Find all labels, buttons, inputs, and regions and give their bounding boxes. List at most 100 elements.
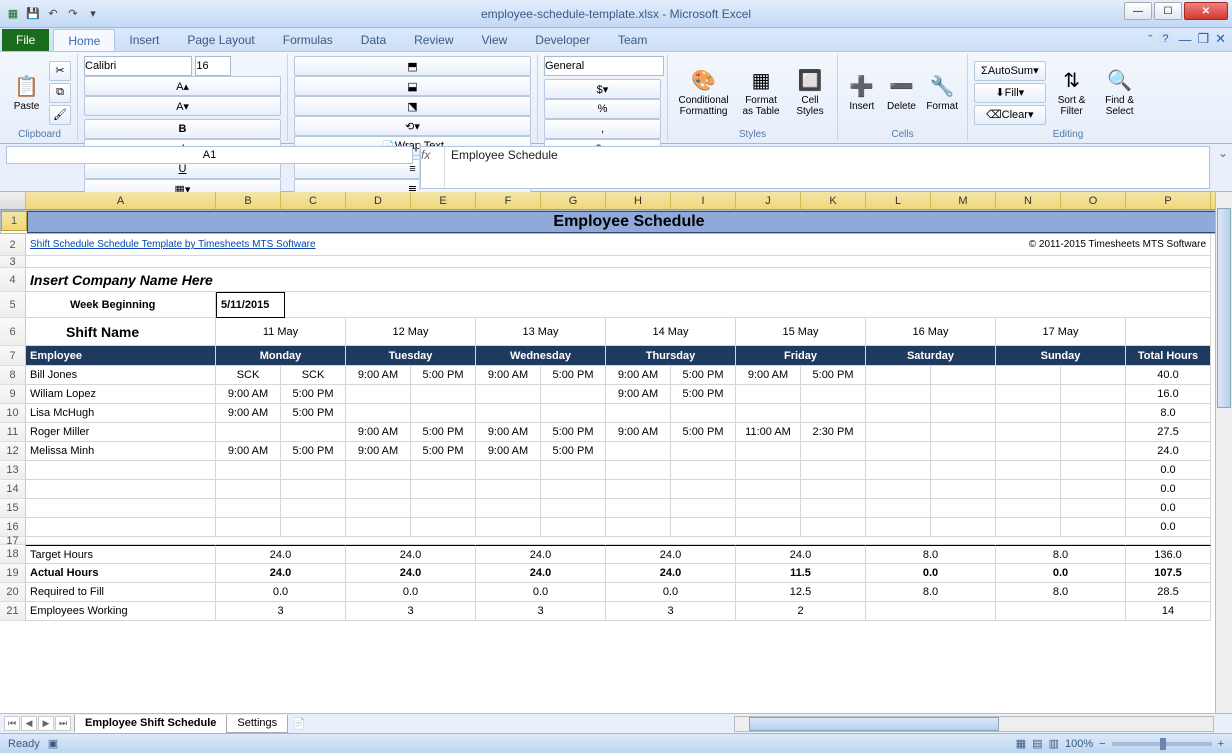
summary-val[interactable] [996,602,1126,621]
col-header-K[interactable]: K [801,192,866,209]
view-break-button[interactable]: ▥ [1049,737,1059,750]
font-name-select[interactable] [84,56,192,76]
shift-cell[interactable]: 5:00 PM [281,385,346,404]
summary-val[interactable]: 3 [476,602,606,621]
shift-cell[interactable] [931,404,996,423]
empty-cell[interactable] [26,256,1211,268]
shift-cell[interactable] [541,518,606,537]
summary-val[interactable]: 8.0 [866,583,996,602]
shift-cell[interactable] [606,499,671,518]
shift-cell[interactable] [996,366,1061,385]
vertical-scrollbar[interactable] [1215,192,1232,713]
row-header-14[interactable]: 14 [0,480,26,499]
orientation-button[interactable]: ⟲▾ [294,116,531,136]
shift-cell[interactable]: 9:00 AM [216,442,281,461]
employee-name[interactable] [26,480,216,499]
horizontal-scrollbar[interactable] [734,716,1214,732]
shift-cell[interactable]: 5:00 PM [411,423,476,442]
row-header-11[interactable]: 11 [0,423,26,442]
shift-cell[interactable]: 5:00 PM [671,366,736,385]
date-5[interactable]: 16 May [866,318,996,346]
format-as-table-button[interactable]: ▦Format as Table [737,60,785,126]
shift-cell[interactable] [931,385,996,404]
help-icon[interactable]: ? [1158,32,1172,46]
col-header-D[interactable]: D [346,192,411,209]
row-header-10[interactable]: 10 [0,404,26,423]
col-header-A[interactable]: A [26,192,216,209]
comma-button[interactable]: , [544,119,661,139]
shift-cell[interactable] [931,366,996,385]
summary-label[interactable]: Required to Fill [26,583,216,602]
shift-cell[interactable] [996,518,1061,537]
summary-val[interactable]: 11.5 [736,564,866,583]
shift-cell[interactable] [216,423,281,442]
col-header-H[interactable]: H [606,192,671,209]
row-header-19[interactable]: 19 [0,564,26,583]
summary-total[interactable]: 107.5 [1126,564,1211,583]
close-button[interactable]: ✕ [1184,2,1228,20]
row-header-2[interactable]: 2 [0,234,26,256]
minimize-ribbon-icon[interactable]: ˇ [1148,32,1152,47]
summary-label[interactable]: Target Hours [26,545,216,564]
shift-cell[interactable]: 2:30 PM [801,423,866,442]
formula-area[interactable]: fx Employee Schedule [420,146,1210,189]
shift-cell[interactable] [866,423,931,442]
shift-cell[interactable] [541,499,606,518]
row-header-17[interactable]: 17 [0,537,26,545]
summary-val[interactable]: 0.0 [476,583,606,602]
shift-cell[interactable] [476,461,541,480]
shift-cell[interactable]: 9:00 AM [476,442,541,461]
employee-header[interactable]: Employee [26,346,216,366]
shift-cell[interactable] [931,442,996,461]
summary-val[interactable]: 0.0 [346,583,476,602]
shift-cell[interactable] [801,461,866,480]
shift-cell[interactable] [931,499,996,518]
fx-icon[interactable]: fx [421,147,445,188]
employee-name[interactable] [26,461,216,480]
shift-cell[interactable] [736,385,801,404]
shift-cell[interactable]: 5:00 PM [671,385,736,404]
shift-cell[interactable] [411,461,476,480]
summary-val[interactable]: 24.0 [476,564,606,583]
tab-data[interactable]: Data [347,29,400,51]
row-header-8[interactable]: 8 [0,366,26,385]
shift-cell[interactable] [736,518,801,537]
tab-developer[interactable]: Developer [521,29,604,51]
total-hours[interactable]: 16.0 [1126,385,1211,404]
shift-cell[interactable] [931,461,996,480]
shift-cell[interactable] [736,442,801,461]
delete-cells-button[interactable]: ➖Delete [884,60,920,126]
shift-cell[interactable] [346,499,411,518]
shift-cell[interactable] [801,518,866,537]
week-begin-label[interactable]: Week Beginning [26,292,216,318]
shift-cell[interactable] [866,461,931,480]
total-hours[interactable]: 0.0 [1126,461,1211,480]
date-0[interactable]: 11 May [216,318,346,346]
link-cell[interactable]: Shift Schedule Schedule Template by Time… [26,234,541,256]
qat-dropdown-icon[interactable]: ▾ [84,5,102,23]
day-header-6[interactable]: Sunday [996,346,1126,366]
row-header-12[interactable]: 12 [0,442,26,461]
shift-cell[interactable] [801,442,866,461]
summary-total[interactable]: 136.0 [1126,545,1211,564]
shift-cell[interactable] [541,385,606,404]
row-header-9[interactable]: 9 [0,385,26,404]
shift-cell[interactable] [411,480,476,499]
summary-val[interactable]: 24.0 [216,564,346,583]
shift-cell[interactable]: 5:00 PM [281,442,346,461]
increase-font-button[interactable]: A▴ [84,76,281,96]
shift-cell[interactable] [216,499,281,518]
shift-cell[interactable] [1061,442,1126,461]
shift-cell[interactable] [411,385,476,404]
sheet-tab-employee-shift-schedule[interactable]: Employee Shift Schedule [74,715,227,733]
date-6[interactable]: 17 May [996,318,1126,346]
shift-cell[interactable] [411,518,476,537]
company-name-cell[interactable]: Insert Company Name Here [26,268,1211,292]
shift-cell[interactable] [281,461,346,480]
employee-name[interactable]: Wiliam Lopez [26,385,216,404]
shift-cell[interactable]: 9:00 AM [346,366,411,385]
shift-cell[interactable] [1061,404,1126,423]
summary-val[interactable]: 24.0 [346,545,476,564]
total-hours[interactable]: 0.0 [1126,480,1211,499]
shift-cell[interactable] [931,518,996,537]
